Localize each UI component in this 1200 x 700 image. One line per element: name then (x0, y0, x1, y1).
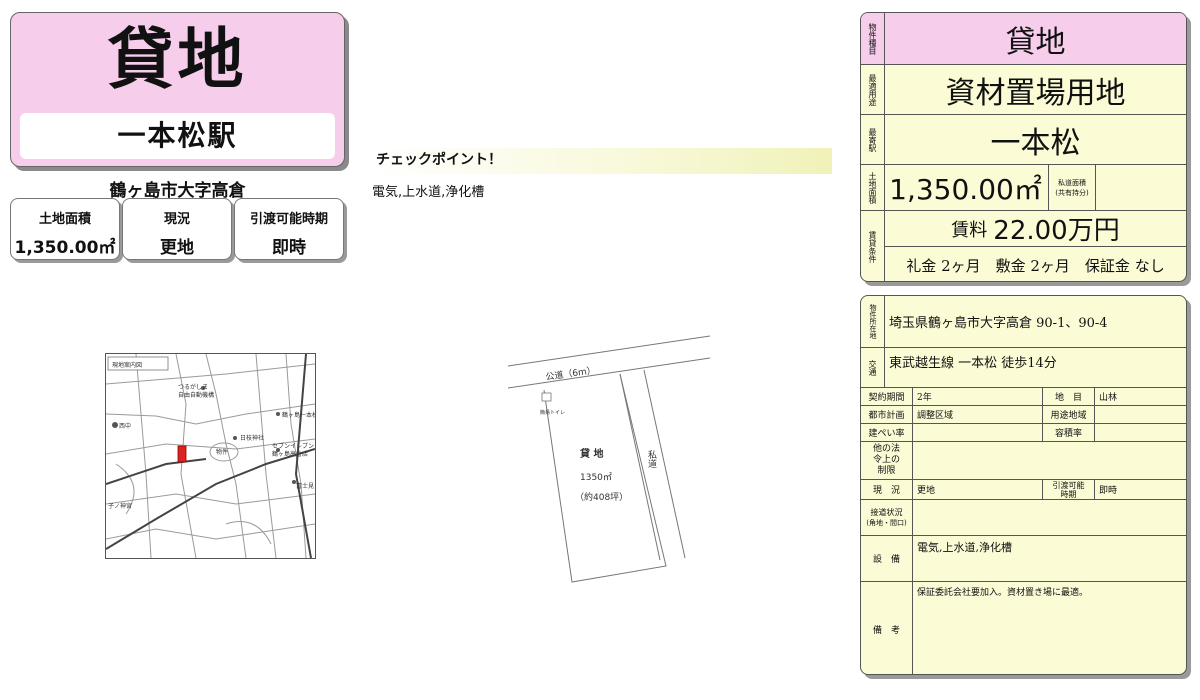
row-label: 物件種目 (861, 13, 885, 64)
checkpoint-text: 電気,上水道,浄化槽 (372, 185, 485, 200)
property-marker (177, 445, 187, 463)
row-nearest-station: 最寄駅 一本松 (861, 115, 1186, 165)
toilet-marker (541, 392, 552, 402)
transport-label: 交通 (861, 348, 885, 388)
contract-label: 契約期間 (861, 388, 913, 406)
city-plan-value: 調整区域 (913, 406, 1043, 424)
tile-label: 現況 (163, 212, 190, 227)
tile-value: 1,350.00㎡ (14, 238, 116, 258)
row-best-use: 最適用途 資材置場用地 (861, 65, 1186, 115)
map-label: セブンイレブン (272, 442, 314, 450)
title-card: 貸地 一本松駅 (10, 12, 345, 167)
map-label: 日枝神社 (240, 434, 264, 442)
remarks-value: 保証委託会社要加入。資材置き場に最適。 (917, 588, 1089, 598)
remarks-label: 備 考 (861, 582, 913, 674)
road-label: 公道（6m） (545, 364, 597, 383)
plot-drawing: 公道（6m） 簡易トイレ 貸 地 1350㎡ （約408坪） 私道 (507, 335, 711, 583)
plot-diagram: 公道（6m） 簡易トイレ 貸 地 1350㎡ （約408坪） 私道 (500, 330, 730, 596)
zoning-label: 用途地域 (1043, 406, 1095, 424)
chimoku-label: 地 目 (1043, 388, 1095, 406)
land-area-sqm: 1350㎡ (580, 472, 612, 483)
map-drawing: 現地案内図 つるがしま 自由自動機構 鶴ヶ島一本松 西中 日枝神社 物件 セブン… (106, 354, 315, 558)
private-road-label: 私道面積 (1058, 178, 1086, 187)
private-road-label-cell: 私道面積 (共有持分) (1048, 165, 1096, 210)
fees-cell: 礼金 2ヶ月 敷金 2ヶ月 保証金 なし (906, 256, 1165, 275)
far-label: 容積率 (1043, 424, 1095, 442)
map-label: 子ノ神宮 (108, 502, 132, 510)
station-name: 一本松駅 (117, 119, 238, 152)
checkpoint-title: チェックポイント！ (370, 148, 832, 174)
map-label: つるがしま (178, 383, 208, 391)
land-label: 貸 地 (579, 447, 603, 460)
tile-label: 土地面積 (38, 212, 91, 227)
row-label: 最適用途 (861, 65, 885, 114)
zoning-value (1095, 406, 1186, 424)
land-area: 1,350.00㎡ (889, 172, 1042, 206)
tile-value: 即時 (272, 238, 306, 258)
station-box: 一本松駅 (20, 113, 335, 159)
city-plan-label: 都市計画 (861, 406, 913, 424)
tile-status: 現況 更地 (122, 198, 232, 260)
road-sub: (角地・間口) (866, 518, 907, 527)
road-value (913, 500, 1186, 536)
map-caption: 現地案内図 (112, 361, 142, 369)
nearest-station: 一本松 (990, 125, 1081, 161)
property-type: 貸地 (1005, 24, 1066, 60)
handover-value: 即時 (1095, 480, 1186, 500)
restrictions-label: 他の法令上の制限 (861, 442, 913, 480)
property-type-title: 貸地 (107, 21, 248, 98)
tile-value: 更地 (160, 238, 194, 258)
rent-cell: 賃料 22.00万円 (885, 211, 1186, 247)
private-road-label: 私道 (646, 450, 657, 469)
far-value (1095, 424, 1186, 442)
bcr-value (913, 424, 1043, 442)
details-panel: 物件所在地 埼玉県鶴ヶ島市大字高倉 90-1、90-4 交通 東武越生線 一本松… (860, 295, 1187, 675)
facilities-value: 電気,上水道,浄化槽 (913, 536, 1186, 582)
private-road-sub: (共有持分) (1055, 188, 1089, 197)
map-label: 富士見 (296, 482, 314, 490)
restrictions-value (913, 442, 1186, 480)
bcr-label: 建ぺい率 (861, 424, 913, 442)
tile-handover: 引渡可能時期 即時 (234, 198, 344, 260)
location-value: 埼玉県鶴ヶ島市大字高倉 90-1、90-4 (885, 296, 1186, 348)
map-label: 物件 (216, 448, 228, 456)
rent-prefix: 賃料 (951, 219, 988, 241)
map-label: 西中 (119, 422, 131, 430)
row-label: 最寄駅 (861, 115, 885, 164)
tile-land-area: 土地面積 1,350.00㎡ (10, 198, 120, 260)
rent-value: 22.00万円 (993, 216, 1120, 246)
row-rental-terms: 賃貸条件 賃料 22.00万円 礼金 2ヶ月 敷金 2ヶ月 保証金 なし (861, 211, 1186, 281)
row-label: 賃貸条件 (861, 211, 885, 281)
road-label: 接道状況 (870, 507, 903, 517)
row-property-type: 物件種目 貸地 (861, 13, 1186, 65)
best-use: 資材置場用地 (945, 75, 1126, 111)
status-value: 更地 (913, 480, 1043, 500)
contract-value: 2年 (913, 388, 1043, 406)
status-label: 現 況 (861, 480, 913, 500)
summary-panel: 物件種目 貸地 最適用途 資材置場用地 最寄駅 一本松 土地面積 1,350.0… (860, 12, 1187, 282)
chimoku-value: 山林 (1095, 388, 1186, 406)
toilet-label: 簡易トイレ (540, 409, 565, 416)
map-label: 自由自動機構 (178, 391, 214, 399)
transport-value: 東武越生線 一本松 徒歩14分 (885, 348, 1186, 388)
tile-label: 引渡可能時期 (249, 212, 328, 227)
map-label: 鶴ヶ島高倉店 (272, 450, 308, 458)
location-label: 物件所在地 (861, 296, 885, 348)
handover-label: 引渡可能時期 (1043, 480, 1095, 500)
land-area-tsubo: （約408坪） (575, 491, 628, 503)
road-label-cell: 接道状況 (角地・間口) (861, 500, 913, 536)
row-label: 土地面積 (861, 165, 885, 210)
row-land-area: 土地面積 1,350.00㎡ 私道面積 (共有持分) (861, 165, 1186, 211)
facilities-label: 設 備 (861, 536, 913, 582)
map-label: 鶴ヶ島一本松 (282, 411, 315, 419)
location-map: 現地案内図 つるがしま 自由自動機構 鶴ヶ島一本松 西中 日枝神社 物件 セブン… (105, 353, 316, 559)
